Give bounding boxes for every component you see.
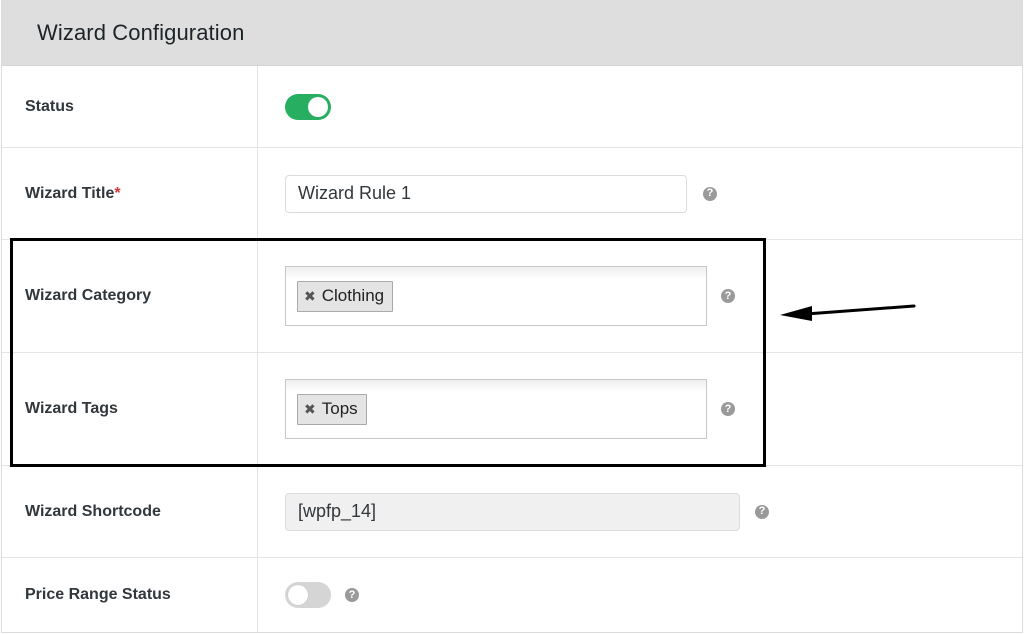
price-range-toggle[interactable] xyxy=(285,582,331,608)
status-label: Status xyxy=(2,66,258,147)
wizard-configuration-panel: Wizard Configuration Status Wizard Title… xyxy=(1,0,1023,633)
required-asterisk: * xyxy=(114,184,121,202)
row-wizard-shortcode: Wizard Shortcode ? xyxy=(2,466,1022,558)
row-status: Status xyxy=(2,66,1022,148)
chip-label: Clothing xyxy=(321,286,385,305)
help-icon[interactable]: ? xyxy=(345,588,359,602)
tag-chip-tops: ✖ Tops xyxy=(297,393,367,425)
help-icon[interactable]: ? xyxy=(755,504,769,519)
toggle-knob xyxy=(288,585,308,605)
status-toggle[interactable] xyxy=(285,93,331,120)
category-chip-clothing: ✖ Clothing xyxy=(297,280,394,312)
panel-title: Wizard Configuration xyxy=(37,19,245,45)
wizard-title-input[interactable] xyxy=(285,174,687,213)
price-range-status-label: Price Range Status xyxy=(2,558,258,632)
wizard-category-label: Wizard Category xyxy=(2,240,258,352)
wizard-category-select[interactable]: ✖ Clothing xyxy=(285,266,707,326)
toggle-knob xyxy=(308,96,328,117)
wizard-shortcode-input[interactable] xyxy=(285,492,740,531)
help-icon[interactable]: ? xyxy=(703,186,717,201)
panel-header: Wizard Configuration xyxy=(2,0,1022,66)
wizard-title-label: Wizard Title * xyxy=(2,148,258,239)
wizard-tags-select[interactable]: ✖ Tops xyxy=(285,379,707,439)
wizard-shortcode-label: Wizard Shortcode xyxy=(2,466,258,557)
wizard-title-label-text: Wizard Title xyxy=(25,184,115,202)
remove-chip-icon[interactable]: ✖ xyxy=(304,288,316,305)
remove-chip-icon[interactable]: ✖ xyxy=(304,401,316,418)
row-wizard-title: Wizard Title* ? xyxy=(2,148,1022,240)
row-wizard-tags: Wizard Tags ✖ Tops ? xyxy=(2,353,1022,466)
chip-label: Tops xyxy=(321,399,358,418)
row-wizard-category: Wizard Category ✖ Clothing ? xyxy=(2,240,1022,353)
help-icon[interactable]: ? xyxy=(721,289,735,303)
wizard-tags-label: Wizard Tags xyxy=(2,353,258,465)
help-icon[interactable]: ? xyxy=(721,402,735,416)
row-price-range-status: Price Range Status ? xyxy=(2,558,1022,632)
